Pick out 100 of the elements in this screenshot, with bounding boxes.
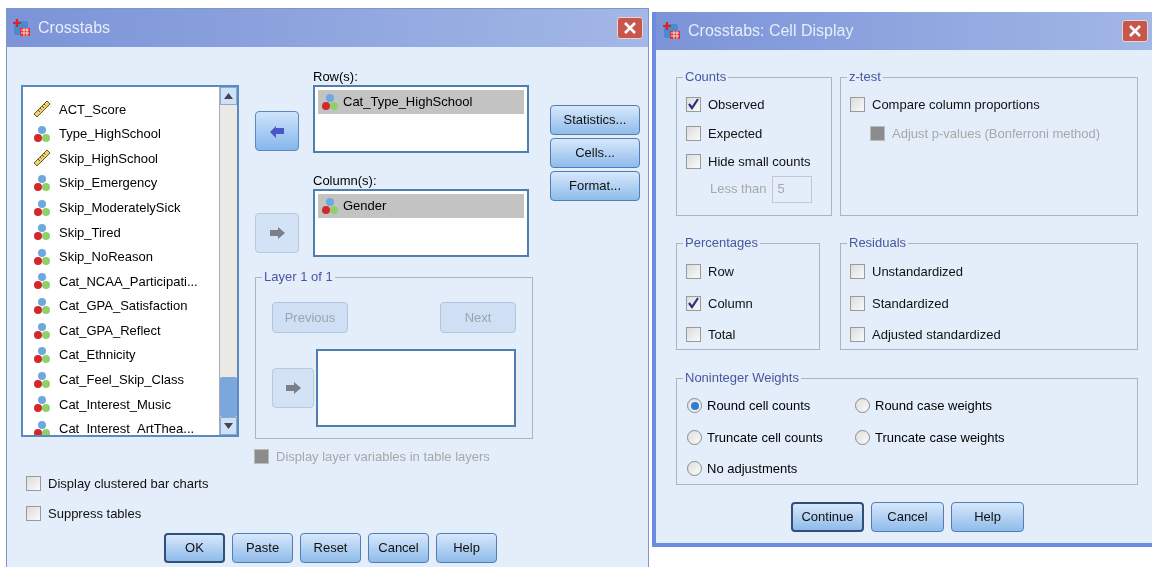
- layer-variable-list[interactable]: [316, 349, 516, 427]
- radio-label: Truncate cell counts: [707, 428, 823, 447]
- scrollbar[interactable]: [219, 87, 237, 435]
- arrow-icon: [268, 224, 286, 242]
- variable-name: Skip_NoReason: [59, 248, 153, 267]
- scroll-thumb[interactable]: [220, 377, 237, 417]
- checkbox[interactable]: [686, 125, 701, 141]
- check-icon: [687, 296, 700, 310]
- checkbox[interactable]: [686, 327, 701, 343]
- checkbox[interactable]: [686, 154, 701, 170]
- variable-list[interactable]: [21, 85, 239, 437]
- close-button[interactable]: [617, 17, 643, 39]
- variable-name: Skip_Emergency: [59, 174, 158, 193]
- radio-button[interactable]: [855, 398, 870, 414]
- group-title: Percentages: [683, 235, 760, 251]
- checkbox[interactable]: [686, 295, 701, 311]
- rows-label: Row(s):: [313, 68, 359, 85]
- less-than-label: Less than: [710, 180, 767, 199]
- checkbox-label: Row: [708, 263, 734, 281]
- checkbox[interactable]: [686, 264, 701, 280]
- variable-name: Skip_ModeratelySick: [59, 198, 181, 217]
- checkbox[interactable]: [686, 97, 701, 113]
- group-title: Noninteger Weights: [683, 370, 801, 386]
- close-button[interactable]: [1122, 20, 1148, 42]
- dialog-button[interactable]: Continue: [791, 502, 864, 532]
- close-icon: [1128, 24, 1142, 38]
- variable-name: Cat_Interest_Music: [59, 395, 171, 414]
- move-arrow-button[interactable]: [255, 111, 299, 151]
- scroll-up-icon: [224, 93, 233, 99]
- three-balls-icon: [33, 297, 51, 316]
- variable-name: Type_HighSchool: [59, 125, 161, 144]
- three-balls-icon: [33, 247, 51, 266]
- variable-name: ACT_Score: [59, 100, 127, 119]
- variable-name: Cat_GPA_Satisfaction: [59, 297, 188, 316]
- three-balls-icon: [33, 346, 51, 365]
- dialog-button[interactable]: Help: [951, 502, 1024, 532]
- dialog-button[interactable]: Cancel: [871, 502, 944, 532]
- three-balls-icon: [321, 197, 339, 215]
- three-balls-icon: [33, 223, 51, 242]
- radio-button[interactable]: [687, 398, 702, 414]
- three-balls-icon: [33, 198, 51, 217]
- dialog-button[interactable]: Reset: [300, 532, 361, 563]
- check-icon: [687, 98, 700, 112]
- three-balls-icon: [33, 124, 51, 143]
- three-balls-icon: [33, 370, 51, 389]
- ruler-icon: [33, 100, 51, 119]
- variable-name: Skip_Tired: [59, 223, 121, 242]
- crosstabs-icon: [662, 21, 682, 41]
- checkbox-label: Adjusted standardized: [872, 326, 1001, 344]
- radio-button[interactable]: [687, 461, 702, 477]
- variable-target-list[interactable]: Gender: [313, 189, 529, 257]
- checkbox-label: Suppress tables: [48, 505, 142, 523]
- checkbox-label: Column: [708, 294, 753, 313]
- dialog-button[interactable]: Cancel: [368, 532, 429, 563]
- checkbox-label: Total: [708, 326, 736, 344]
- checkbox[interactable]: [850, 264, 865, 280]
- radio-button[interactable]: [687, 429, 702, 445]
- variable-name: Gender: [343, 197, 387, 216]
- checkbox-label: Adjust p-values (Bonferroni method): [892, 124, 1101, 143]
- variable-name: Cat_Interest_ArtThea...: [59, 420, 195, 435]
- variable-name: Skip_HighSchool: [59, 149, 158, 168]
- radio-label: No adjustments: [707, 460, 798, 478]
- radio-label: Truncate case weights: [875, 428, 1005, 447]
- checkbox[interactable]: [850, 327, 865, 343]
- variable-name: Cat_Ethnicity: [59, 346, 136, 365]
- crosstabs-icon: [12, 18, 32, 38]
- checkbox[interactable]: [26, 475, 41, 491]
- checkbox-label: Unstandardized: [872, 263, 964, 281]
- window-title: Crosstabs: [38, 18, 112, 38]
- radio-button[interactable]: [855, 429, 870, 445]
- columns-label: Column(s):: [313, 172, 378, 189]
- radio-label: Round case weights: [875, 397, 993, 415]
- checkbox[interactable]: [26, 506, 41, 522]
- variable-name: Cat_GPA_Reflect: [59, 321, 161, 340]
- checkbox[interactable]: [850, 295, 865, 311]
- variable-name: Cat_NCAA_Participati...: [59, 272, 198, 291]
- checkbox[interactable]: [850, 97, 865, 113]
- variable-name: Cat_Feel_Skip_Class: [59, 371, 184, 390]
- three-balls-icon: [321, 93, 339, 111]
- target-variable[interactable]: Gender: [318, 194, 524, 218]
- radio-label: Round cell counts: [707, 397, 811, 415]
- three-balls-icon: [33, 395, 51, 414]
- window-title: Crosstabs: Cell Display: [688, 21, 855, 41]
- checkbox-label: Display clustered bar charts: [48, 474, 209, 493]
- ruler-icon: [33, 149, 51, 168]
- checkbox-label: Hide small counts: [708, 153, 811, 171]
- three-balls-icon: [33, 272, 51, 291]
- three-balls-icon: [33, 174, 51, 193]
- checkbox-label: Expected: [708, 124, 763, 143]
- variable-name: Cat_Type_HighSchool: [343, 93, 473, 112]
- checkbox-label: Compare column proportions: [872, 96, 1040, 114]
- dialog-button[interactable]: Statistics...: [550, 105, 640, 135]
- dialog-button[interactable]: Cells...: [550, 138, 640, 168]
- variable-target-list[interactable]: Cat_Type_HighSchool: [313, 85, 529, 153]
- target-variable[interactable]: Cat_Type_HighSchool: [318, 90, 524, 114]
- dialog-button[interactable]: OK: [164, 532, 225, 563]
- dialog-button[interactable]: Paste: [232, 532, 293, 563]
- three-balls-icon: [33, 420, 51, 435]
- dialog-button[interactable]: Help: [436, 532, 497, 563]
- dialog-button[interactable]: Format...: [550, 171, 640, 201]
